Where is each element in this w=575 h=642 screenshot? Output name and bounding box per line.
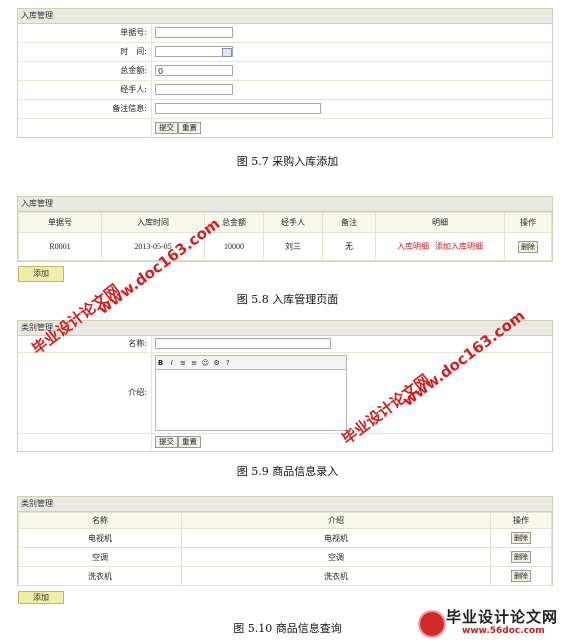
cell-amount: 10000	[204, 232, 264, 261]
panel-title: 类别管理	[18, 321, 552, 336]
cell-action: 删除	[504, 232, 552, 261]
submit-button[interactable]: 提交	[155, 122, 178, 134]
cell-note: 无	[322, 232, 376, 261]
cell-intro: 电视机	[181, 528, 491, 548]
cell-name: 电视机	[18, 528, 182, 548]
panel-title: 入库管理	[18, 9, 552, 24]
table-row: 洗衣机 洗衣机 删除	[18, 566, 552, 586]
col-intro: 介绍	[181, 512, 491, 529]
cell-action: 删除	[490, 528, 552, 548]
add-button[interactable]: 添加	[18, 591, 64, 604]
logo-icon	[418, 610, 446, 638]
panel-title: 入库管理	[18, 197, 552, 212]
form-row-time: 时 间:	[18, 43, 552, 62]
delete-button[interactable]: 删除	[511, 570, 531, 582]
emoticon-icon[interactable]: ☺	[201, 356, 210, 370]
cell-name: 空调	[18, 547, 182, 567]
cell-doc-no: R0001	[18, 232, 102, 261]
form-row-buttons: 提交 重置	[18, 119, 552, 137]
cell-detail: 入库明细 添加入库明细	[375, 232, 505, 261]
empty-label	[18, 119, 152, 137]
settings-icon[interactable]: ⚙	[212, 356, 221, 370]
category-list-panel: 类别管理 名称 介绍 操作 电视机 电视机 删除 空调 空调 删除 洗衣机 洗衣…	[17, 496, 553, 586]
table-row: 空调 空调 删除	[18, 547, 552, 567]
figure-caption: 图 5.7 采购入库添加	[236, 155, 339, 168]
cell-handler: 刘三	[263, 232, 323, 261]
delete-button[interactable]: 删除	[518, 240, 538, 253]
logo-title: 毕业设计论文网	[446, 608, 559, 626]
col-handler: 经手人	[263, 212, 323, 233]
stock-in-list-panel: 入库管理 单据号 入库时间 总金额 经手人 备注 明细 操作 R0001 201…	[17, 196, 553, 262]
cell-name: 洗衣机	[18, 566, 182, 586]
form-row-doc-no: 单据号:	[18, 24, 552, 43]
cell-action: 删除	[490, 547, 552, 567]
intro-editor[interactable]	[155, 369, 347, 431]
field-label: 单据号:	[18, 24, 152, 42]
calendar-icon[interactable]	[222, 48, 232, 57]
add-button[interactable]: 添加	[18, 266, 64, 282]
form-row-buttons: 提交 重置	[18, 434, 552, 450]
table-header: 单据号 入库时间 总金额 经手人 备注 明细 操作	[18, 212, 552, 233]
doc-no-input[interactable]	[155, 27, 233, 38]
form-row-note: 备注信息:	[18, 100, 552, 119]
delete-button[interactable]: 删除	[511, 551, 531, 563]
table-row: R0001 2013-05-05 10000 刘三 无 入库明细 添加入库明细 …	[18, 232, 552, 261]
col-name: 名称	[18, 512, 182, 529]
field-label: 时 间:	[18, 43, 152, 61]
field-label: 经手人:	[18, 81, 152, 99]
table-row: 电视机 电视机 删除	[18, 528, 552, 548]
stock-in-table: 单据号 入库时间 总金额 经手人 备注 明细 操作 R0001 2013-05-…	[18, 212, 552, 261]
col-detail: 明细	[375, 212, 505, 233]
bold-icon[interactable]: B	[156, 356, 165, 370]
unordered-list-icon[interactable]: ≡	[190, 356, 199, 370]
handler-input[interactable]	[155, 84, 233, 95]
col-note: 备注	[322, 212, 376, 233]
col-time: 入库时间	[101, 212, 205, 233]
col-doc-no: 单据号	[18, 212, 102, 233]
name-input[interactable]	[155, 338, 331, 349]
help-icon[interactable]: ?	[223, 356, 232, 370]
empty-label	[18, 434, 152, 450]
amount-input[interactable]: 0	[155, 65, 233, 76]
italic-icon[interactable]: I	[167, 356, 176, 370]
ordered-list-icon[interactable]: ≡	[178, 356, 187, 370]
col-action: 操作	[504, 212, 552, 233]
field-label: 介绍:	[18, 353, 152, 433]
form-row-amount: 总金额: 0	[18, 62, 552, 81]
form-row-intro: 介绍: B I ≡ ≡ ☺ ⚙ ?	[18, 353, 552, 434]
note-input[interactable]	[155, 103, 321, 114]
stock-in-form-panel: 入库管理 单据号: 时 间: 总金额: 0 经手人: 备注信息: 提交 重置	[17, 8, 553, 138]
form-row-handler: 经手人:	[18, 81, 552, 100]
add-detail-link[interactable]: 添加入库明细	[435, 242, 483, 251]
panel-title: 类别管理	[18, 497, 552, 512]
footer-logo: 毕业设计论文网 www.56doc.com	[418, 606, 568, 640]
table-header: 名称 介绍 操作	[18, 512, 552, 529]
logo-url: www.56doc.com	[462, 626, 545, 636]
col-action: 操作	[490, 512, 552, 529]
cell-intro: 空调	[181, 547, 491, 567]
cell-action: 删除	[490, 566, 552, 586]
category-table: 名称 介绍 操作 电视机 电视机 删除 空调 空调 删除 洗衣机 洗衣机 删除	[18, 512, 552, 586]
figure-caption: 图 5.9 商品信息录入	[236, 465, 339, 478]
submit-button[interactable]: 提交	[155, 436, 178, 448]
delete-button[interactable]: 删除	[511, 532, 531, 544]
detail-link[interactable]: 入库明细	[397, 242, 429, 251]
reset-button[interactable]: 重置	[178, 436, 201, 448]
reset-button[interactable]: 重置	[178, 122, 201, 134]
field-label: 备注信息:	[18, 100, 152, 118]
field-label: 总金额:	[18, 62, 152, 80]
cell-intro: 洗衣机	[181, 566, 491, 586]
